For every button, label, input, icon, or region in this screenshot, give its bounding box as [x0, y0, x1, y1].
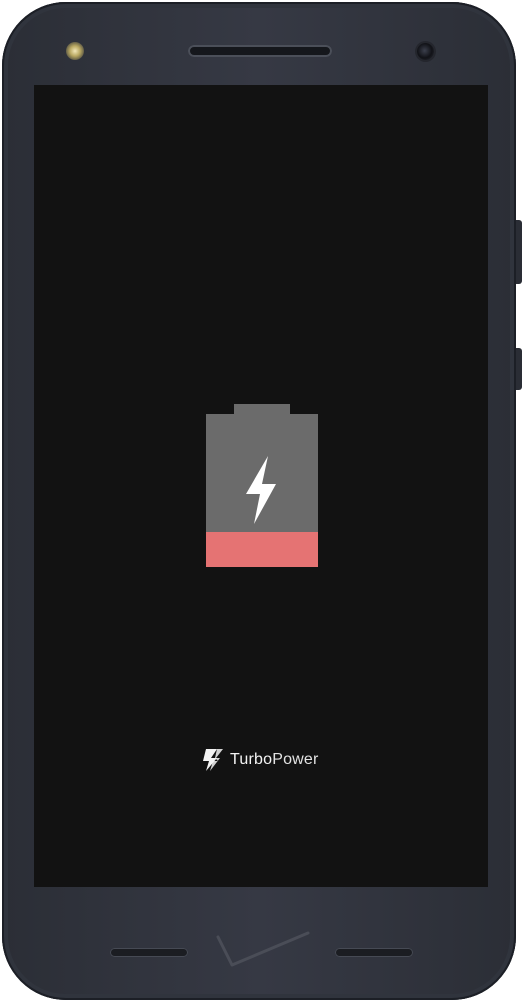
turbopower-brand: TurboPower	[202, 745, 319, 775]
earpiece-speaker	[188, 45, 332, 57]
front-flash	[66, 42, 84, 60]
brand-name: TurboPower	[230, 751, 319, 769]
battery-icon	[206, 404, 318, 567]
front-camera	[417, 43, 434, 60]
brand-name-part2: Power	[272, 751, 319, 768]
turbopower-logo-icon	[203, 749, 223, 771]
bottom-speaker-left	[110, 948, 188, 957]
power-button[interactable]	[516, 348, 522, 390]
phone-frame: TurboPower	[2, 2, 522, 1000]
brand-name-part1: Turbo	[230, 751, 273, 768]
charging-screen[interactable]: TurboPower	[34, 85, 488, 887]
verizon-check-logo-icon	[216, 931, 310, 967]
bottom-speaker-right	[335, 948, 413, 957]
volume-button[interactable]	[516, 220, 522, 284]
battery-charging-indicator	[206, 404, 318, 567]
